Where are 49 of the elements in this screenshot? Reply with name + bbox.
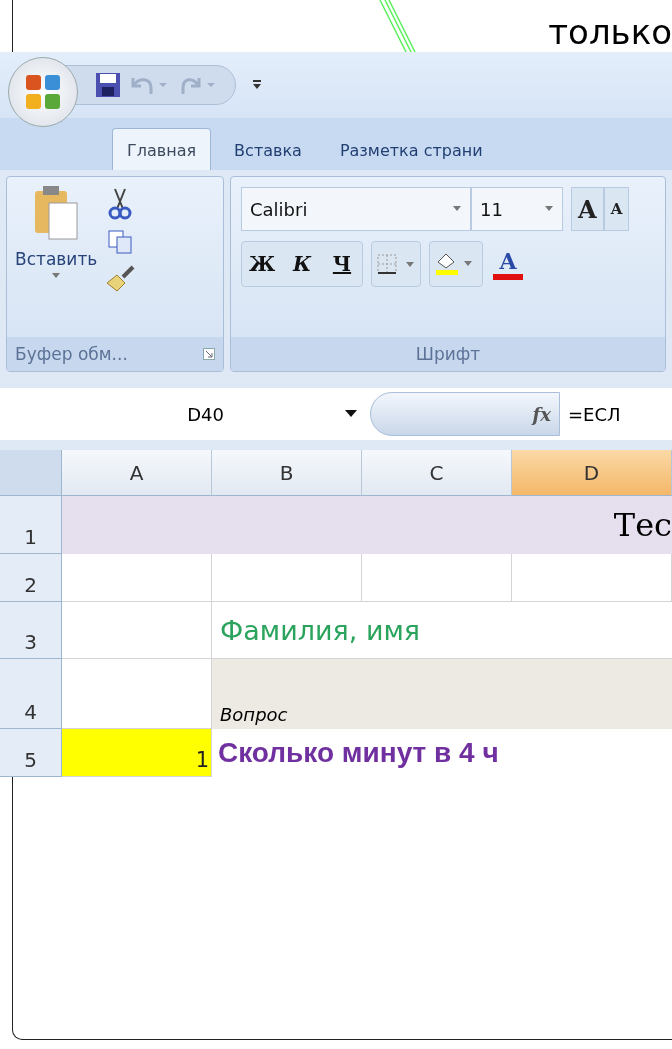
group-label: Шрифт: [415, 344, 481, 364]
caret-icon: [51, 273, 62, 279]
font-color-button[interactable]: A: [491, 241, 525, 287]
dialog-launcher-icon[interactable]: [203, 348, 215, 360]
underline-button[interactable]: Ч: [322, 242, 362, 286]
ribbon-tab[interactable]: Разметка страни: [324, 128, 498, 170]
name-box[interactable]: D40: [0, 388, 370, 440]
grow-font-button[interactable]: A: [571, 187, 604, 231]
italic-button[interactable]: К: [282, 242, 322, 286]
column-header[interactable]: C: [362, 450, 512, 496]
table-cell[interactable]: [62, 602, 212, 659]
paste-button[interactable]: Вставить: [15, 183, 98, 337]
bold-button[interactable]: Ж: [242, 242, 282, 286]
save-icon[interactable]: [95, 72, 121, 98]
borders-button[interactable]: [371, 241, 421, 287]
question-header-cell: Вопрос: [212, 659, 672, 729]
slide-heading: только: [548, 12, 672, 52]
table-cell[interactable]: [512, 554, 672, 602]
diagonal-line-drawing: [378, 0, 418, 52]
font-name-field[interactable]: Calibri: [241, 187, 471, 231]
customize-caret-icon[interactable]: [252, 79, 262, 91]
row-header[interactable]: 5: [0, 729, 62, 777]
formula-field[interactable]: =ЕСЛ: [560, 403, 621, 425]
question-cell-text: Сколько минут в 4 ч: [217, 736, 500, 770]
group-label: Буфер обм...: [15, 344, 128, 364]
caret-icon: [544, 206, 554, 212]
fill-color-button[interactable]: [429, 241, 483, 287]
question-number-cell: 1: [62, 729, 212, 777]
row-header[interactable]: 4: [0, 659, 62, 729]
column-header[interactable]: D: [512, 450, 672, 496]
scissors-icon[interactable]: [107, 187, 134, 221]
ribbon-tab[interactable]: Главная: [112, 128, 212, 170]
column-header[interactable]: B: [212, 450, 362, 496]
shrink-font-button[interactable]: A: [603, 187, 630, 231]
ribbon-tab[interactable]: Вставка: [219, 128, 317, 170]
font-size-field[interactable]: 11: [471, 187, 563, 231]
table-cell[interactable]: [62, 554, 212, 602]
column-header[interactable]: A: [62, 450, 212, 496]
row-header[interactable]: 1: [0, 496, 62, 554]
insert-function-button[interactable]: fx: [370, 392, 560, 436]
table-cell[interactable]: [212, 554, 362, 602]
row-header[interactable]: 3: [0, 602, 62, 659]
copy-icon[interactable]: [107, 229, 134, 255]
select-all-corner[interactable]: [0, 450, 62, 496]
title-cell: Тес: [62, 496, 672, 554]
borders-icon: [376, 253, 416, 275]
table-cell[interactable]: [362, 554, 512, 602]
caret-icon: [452, 206, 462, 212]
row-header[interactable]: 2: [0, 554, 62, 602]
